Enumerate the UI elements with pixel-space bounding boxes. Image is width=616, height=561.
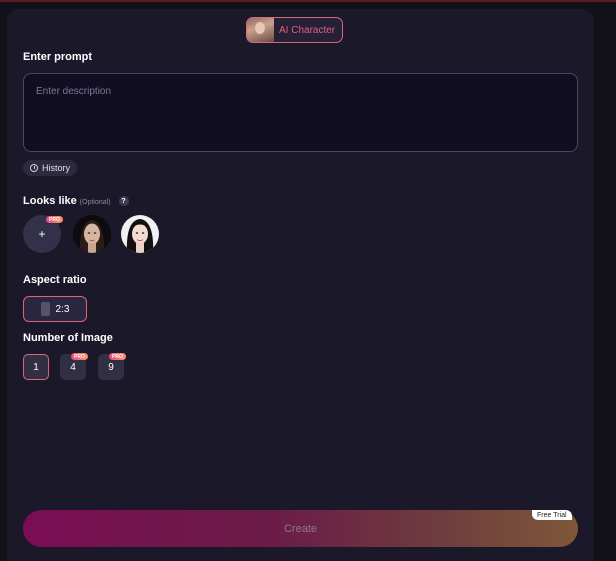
image-count-label: 9: [108, 361, 114, 373]
looks-like-heading: Looks like: [23, 195, 77, 207]
pro-badge: PRO: [109, 353, 126, 360]
history-label: History: [42, 163, 71, 173]
plus-icon: +: [38, 227, 46, 241]
create-label: Create: [283, 522, 318, 535]
pro-badge: PRO: [46, 216, 63, 223]
help-icon[interactable]: ?: [118, 196, 129, 206]
aspect-ratio-heading: Aspect ratio: [23, 274, 87, 286]
prompt-input[interactable]: [23, 73, 578, 152]
tab-ai-character[interactable]: AI Character: [246, 17, 343, 43]
image-count-option-1[interactable]: 1: [23, 354, 49, 380]
number-of-image-heading: Number of Image: [23, 332, 113, 344]
reference-face-2[interactable]: [121, 215, 159, 253]
create-button[interactable]: Create: [23, 510, 578, 547]
free-trial-badge: Free Trial: [532, 510, 572, 520]
looks-like-header: Looks like (Optional) ?: [23, 195, 129, 207]
history-button[interactable]: History: [23, 160, 78, 176]
portrait-ratio-icon: [40, 302, 50, 316]
pro-badge: PRO: [71, 353, 88, 360]
aspect-ratio-option[interactable]: 2:3: [23, 296, 87, 322]
ai-character-thumbnail: [247, 18, 274, 42]
tab-label: AI Character: [279, 24, 336, 36]
aspect-ratio-value: 2:3: [55, 303, 70, 315]
clock-icon: [30, 164, 38, 172]
top-accent-line: [0, 0, 616, 2]
reference-face-1[interactable]: [73, 215, 111, 253]
optional-label: (Optional): [79, 198, 111, 206]
prompt-heading: Enter prompt: [23, 51, 93, 63]
image-count-label: 1: [33, 361, 39, 373]
image-count-label: 4: [70, 361, 76, 373]
